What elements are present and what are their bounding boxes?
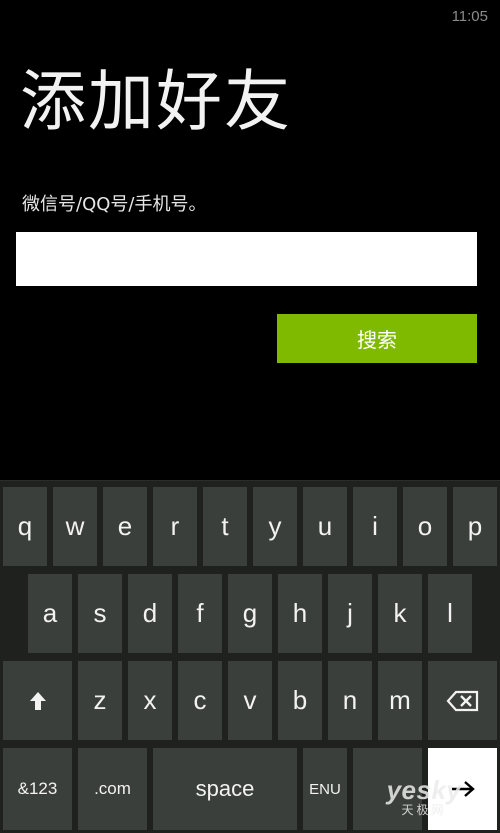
space-key[interactable]: space bbox=[153, 748, 297, 830]
key-h[interactable]: h bbox=[278, 574, 322, 653]
search-field-label: 微信号/QQ号/手机号。 bbox=[22, 194, 207, 215]
search-input[interactable] bbox=[16, 232, 477, 286]
watermark-subtitle: 天极网 bbox=[401, 803, 447, 817]
watermark-brand: yesky bbox=[386, 775, 462, 805]
language-key[interactable]: ENU bbox=[303, 748, 347, 830]
key-u[interactable]: u bbox=[303, 487, 347, 566]
key-j[interactable]: j bbox=[328, 574, 372, 653]
key-w[interactable]: w bbox=[53, 487, 97, 566]
key-s[interactable]: s bbox=[78, 574, 122, 653]
key-b[interactable]: b bbox=[278, 661, 322, 740]
key-c[interactable]: c bbox=[178, 661, 222, 740]
backspace-icon bbox=[446, 690, 478, 711]
key-g[interactable]: g bbox=[228, 574, 272, 653]
key-o[interactable]: o bbox=[403, 487, 447, 566]
key-e[interactable]: e bbox=[103, 487, 147, 566]
page-title: 添加好友 bbox=[20, 63, 292, 140]
shift-arrow-icon bbox=[29, 691, 46, 710]
key-y[interactable]: y bbox=[253, 487, 297, 566]
screen: 11:05 添加好友 微信号/QQ号/手机号。 搜索 q w e r t y u… bbox=[0, 0, 500, 833]
key-z[interactable]: z bbox=[78, 661, 122, 740]
key-r[interactable]: r bbox=[153, 487, 197, 566]
key-p[interactable]: p bbox=[453, 487, 497, 566]
search-button[interactable]: 搜索 bbox=[277, 314, 477, 363]
shift-key[interactable] bbox=[3, 661, 72, 740]
key-d[interactable]: d bbox=[128, 574, 172, 653]
key-f[interactable]: f bbox=[178, 574, 222, 653]
key-l[interactable]: l bbox=[428, 574, 472, 653]
key-n[interactable]: n bbox=[328, 661, 372, 740]
key-m[interactable]: m bbox=[378, 661, 422, 740]
key-a[interactable]: a bbox=[28, 574, 72, 653]
key-v[interactable]: v bbox=[228, 661, 272, 740]
key-k[interactable]: k bbox=[378, 574, 422, 653]
symbols-key[interactable]: &123 bbox=[3, 748, 72, 830]
dotcom-key[interactable]: .com bbox=[78, 748, 147, 830]
key-i[interactable]: i bbox=[353, 487, 397, 566]
key-t[interactable]: t bbox=[203, 487, 247, 566]
watermark-logo: yesky 天极网 bbox=[374, 777, 474, 825]
key-q[interactable]: q bbox=[3, 487, 47, 566]
status-time: 11:05 bbox=[451, 8, 488, 25]
key-x[interactable]: x bbox=[128, 661, 172, 740]
backspace-key[interactable] bbox=[428, 661, 497, 740]
